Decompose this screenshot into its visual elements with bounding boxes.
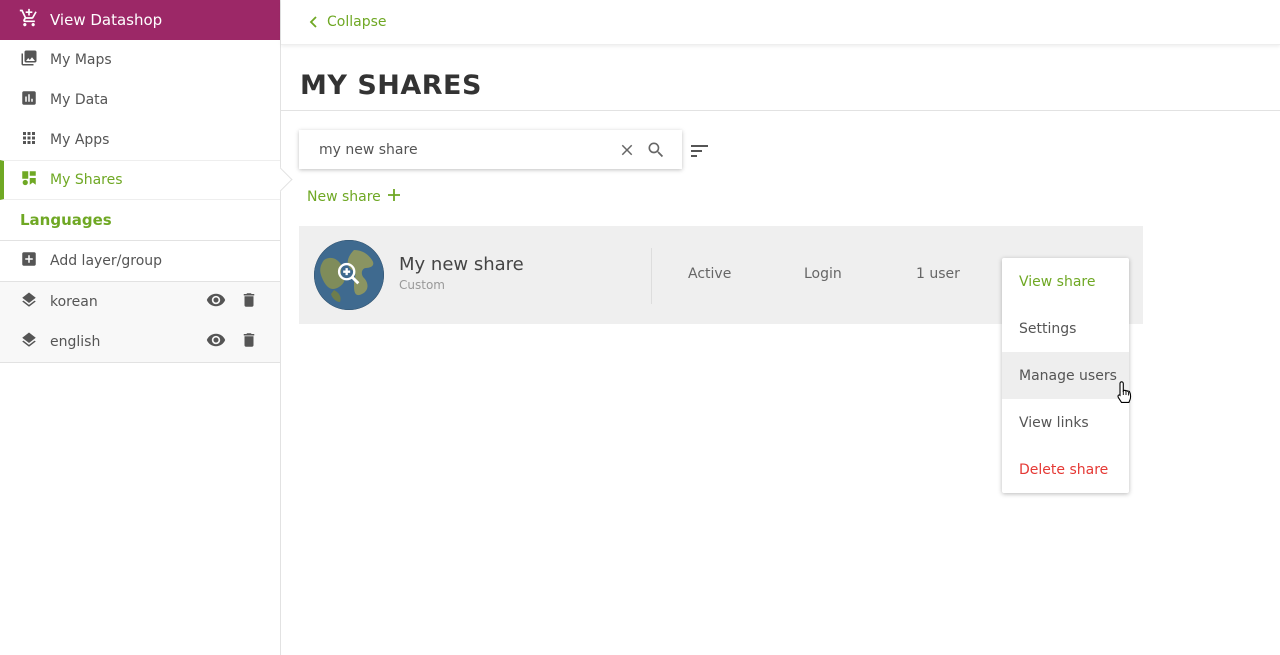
sort-icon[interactable]	[690, 142, 710, 164]
layer-list: korean english	[0, 282, 280, 363]
share-access: Login	[804, 266, 842, 282]
chevron-left-icon[interactable]	[309, 13, 319, 32]
maps-icon	[20, 49, 38, 71]
add-layer-group-button[interactable]: Add layer/group	[0, 241, 280, 282]
layer-item-english[interactable]: english	[0, 322, 280, 362]
zoom-in-icon	[335, 260, 363, 292]
languages-section-title: Languages	[0, 200, 280, 241]
collapse-link[interactable]: Collapse	[327, 14, 387, 30]
sidebar-item-my-shares[interactable]: My Shares	[0, 160, 280, 200]
layer-label: korean	[50, 294, 98, 310]
chart-icon	[20, 89, 38, 111]
share-type: Custom	[399, 278, 445, 292]
plus-icon	[387, 187, 401, 206]
menu-item-settings[interactable]: Settings	[1002, 305, 1129, 352]
sidebar-item-label: My Apps	[50, 132, 110, 148]
trash-icon[interactable]	[240, 331, 258, 353]
sidebar-item-my-apps[interactable]: My Apps	[0, 120, 280, 160]
layers-icon	[20, 291, 38, 313]
hand-pointer-icon	[1115, 381, 1133, 411]
share-users: 1 user	[916, 266, 960, 282]
new-share-label: New share	[307, 188, 381, 205]
new-share-button[interactable]: New share	[307, 187, 401, 206]
sidebar: View Datashop My Maps My Data My Apps My…	[0, 0, 281, 655]
sidebar-item-label: My Shares	[50, 172, 123, 188]
shares-icon	[20, 169, 38, 191]
search-box	[299, 130, 682, 169]
layer-item-korean[interactable]: korean	[0, 282, 280, 322]
page-title: MY SHARES	[300, 70, 482, 101]
search-icon[interactable]	[646, 140, 666, 164]
sidebar-item-label: My Data	[50, 92, 109, 108]
share-status: Active	[688, 266, 732, 282]
menu-item-delete-share[interactable]: Delete share	[1002, 446, 1129, 493]
apps-grid-icon	[20, 129, 38, 151]
close-icon[interactable]	[618, 141, 636, 163]
cart-plus-icon	[19, 8, 39, 32]
layer-label: english	[50, 334, 101, 350]
menu-item-view-links[interactable]: View links	[1002, 399, 1129, 446]
add-box-icon	[20, 250, 38, 272]
globe-thumbnail	[314, 240, 384, 310]
share-name: My new share	[399, 254, 524, 275]
title-divider	[281, 110, 1280, 111]
view-datashop-label: View Datashop	[50, 11, 163, 29]
search-input[interactable]	[319, 141, 609, 158]
eye-icon[interactable]	[206, 290, 226, 314]
trash-icon[interactable]	[240, 291, 258, 313]
menu-item-manage-users[interactable]: Manage users	[1002, 352, 1129, 399]
sidebar-item-my-maps[interactable]: My Maps	[0, 40, 280, 80]
layers-icon	[20, 331, 38, 353]
sidebar-item-my-data[interactable]: My Data	[0, 80, 280, 120]
eye-icon[interactable]	[206, 330, 226, 354]
collapse-bar: Collapse	[281, 0, 1280, 45]
share-divider	[651, 248, 652, 304]
menu-item-view-share[interactable]: View share	[1002, 258, 1129, 305]
add-layer-label: Add layer/group	[50, 253, 163, 269]
section-title-label: Languages	[20, 211, 112, 229]
view-datashop-button[interactable]: View Datashop	[0, 0, 280, 40]
share-actions-menu: View share Settings Manage users View li…	[1002, 258, 1129, 493]
sidebar-item-label: My Maps	[50, 52, 112, 68]
